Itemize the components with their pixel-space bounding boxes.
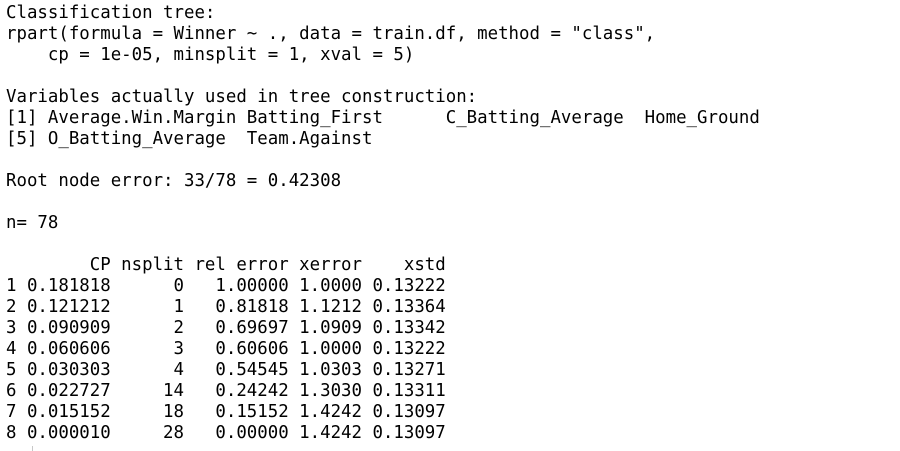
cp-table-row: 7 0.015152 18 0.15152 1.4242 0.13097 xyxy=(6,402,446,422)
cp-table-row: 5 0.030303 4 0.54545 1.0303 0.13271 xyxy=(6,360,446,380)
call-line-1: rpart(formula = Winner ~ ., data = train… xyxy=(6,24,656,44)
r-console-output: Classification tree: rpart(formula = Win… xyxy=(6,3,896,444)
cp-table-row: 4 0.060606 3 0.60606 1.0000 0.13222 xyxy=(6,339,446,359)
variables-title: Variables actually used in tree construc… xyxy=(6,87,478,107)
n-count: n= 78 xyxy=(6,213,59,233)
root-node-error: Root node error: 33/78 = 0.42308 xyxy=(6,171,342,191)
cp-table-row: 2 0.121212 1 0.81818 1.1212 0.13364 xyxy=(6,297,446,317)
variables-line-2: [5] O_Batting_Average Team.Against xyxy=(6,129,373,149)
cp-table-row: 3 0.090909 2 0.69697 1.0909 0.13342 xyxy=(6,318,446,338)
variables-line-1: [1] Average.Win.Margin Batting_First C_B… xyxy=(6,108,760,128)
cp-table-row: 8 0.000010 28 0.00000 1.4242 0.13097 xyxy=(6,423,446,443)
text-cursor xyxy=(32,446,33,451)
header-title: Classification tree: xyxy=(6,3,216,23)
call-line-2: cp = 1e-05, minsplit = 1, xval = 5) xyxy=(6,45,415,65)
cp-table-header: CP nsplit rel error xerror xstd xyxy=(6,255,446,275)
cp-table-row: 6 0.022727 14 0.24242 1.3030 0.13311 xyxy=(6,381,446,401)
cp-table-row: 1 0.181818 0 1.00000 1.0000 0.13222 xyxy=(6,276,446,296)
